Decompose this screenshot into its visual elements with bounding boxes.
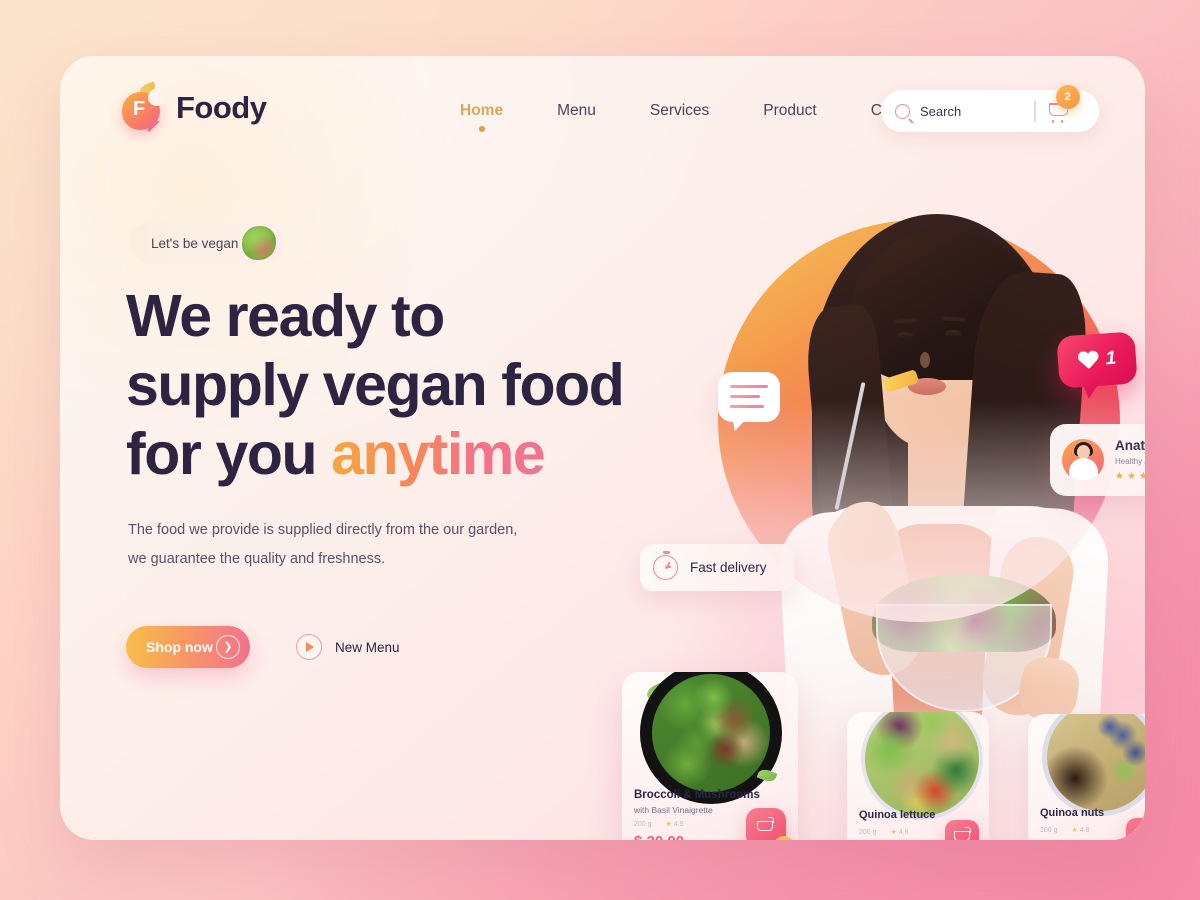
like-count: 1	[1104, 347, 1117, 370]
cart-plus-icon	[1135, 827, 1145, 840]
dish-food	[1047, 714, 1145, 811]
nav-label-home: Home	[460, 102, 504, 119]
active-indicator-dot	[478, 126, 485, 132]
food-card[interactable]: Quinoa nuts 200 g ★4.8 $ 19.00 +	[1028, 714, 1145, 840]
star-2: ★	[1126, 470, 1136, 482]
like-badge[interactable]: 1	[1056, 331, 1138, 389]
cart-plus-icon	[954, 827, 971, 840]
star-icon: ★	[665, 821, 672, 828]
search-bar: 2	[881, 85, 1099, 132]
play-icon	[296, 634, 322, 660]
dish-image	[1042, 714, 1145, 816]
shop-now-button[interactable]: Shop now ❯	[126, 626, 250, 668]
chat-line-3	[730, 405, 764, 408]
dish-food	[652, 674, 770, 792]
search-input[interactable]	[920, 103, 1032, 119]
chevron-right-icon: ❯	[216, 635, 240, 659]
cart-wheel-left	[1051, 120, 1055, 123]
food-rating-value: 4.8	[898, 828, 909, 836]
food-title: Broccoli & Mushrooms	[634, 788, 760, 801]
main-navigation: Home Menu Services Product Contact	[460, 102, 924, 132]
chat-line-1	[730, 385, 768, 388]
nav-item-services[interactable]: Services	[650, 102, 709, 120]
cart-handle	[965, 827, 971, 833]
play-triangle	[306, 642, 314, 652]
vegan-badge[interactable]: Let's be vegan	[129, 222, 285, 264]
food-rating: ★ 4.8	[1071, 826, 1090, 835]
headline-accent-word: anytime	[331, 421, 546, 488]
brand-logo[interactable]: F Foody	[122, 81, 267, 133]
add-to-cart-button[interactable]: +	[1126, 818, 1145, 840]
food-card[interactable]: Broccoli & Mushrooms with Basil Vinaigre…	[622, 672, 798, 840]
fast-delivery-card[interactable]: Fast delivery	[640, 544, 794, 591]
headline-line-3: for you anytime	[126, 420, 746, 489]
new-menu-button[interactable]: New Menu	[296, 634, 400, 660]
add-to-cart-button[interactable]: +	[746, 808, 794, 840]
dish-food	[865, 712, 979, 816]
headline-line-1: We ready to	[126, 283, 445, 349]
chat-bubble-icon	[718, 372, 780, 422]
heart-icon	[1077, 350, 1099, 370]
chat-line-2	[730, 395, 760, 398]
cart-body	[1135, 829, 1145, 839]
foody-fruit-icon: F	[122, 81, 165, 133]
subtitle-line-2: we guarantee the quality and freshness.	[128, 551, 386, 567]
food-rating: ★ 4.9	[665, 820, 684, 829]
stopwatch-icon	[653, 551, 678, 580]
star-3: ★	[1138, 470, 1145, 482]
nav-item-home[interactable]: Home	[460, 102, 504, 132]
headline-line-3-plain: for you	[126, 421, 332, 488]
divider	[1034, 100, 1036, 122]
fruit-tail	[148, 121, 160, 133]
testimonial-card[interactable]: Anatasya Healthy and delicious food ★ ★ …	[1050, 424, 1145, 496]
food-weight: 200 g	[859, 828, 877, 836]
vegan-food-thumb-icon	[242, 226, 277, 260]
testimonial-quote: Healthy and delicious food	[1115, 457, 1145, 467]
food-rating-value: 4.9	[673, 820, 684, 828]
fast-delivery-label: Fast delivery	[690, 560, 767, 575]
hero-cta-row: Shop now ❯ New Menu	[126, 626, 400, 668]
testimonial-text: Anatasya Healthy and delicious food ★ ★ …	[1115, 438, 1145, 482]
logo-letter: F	[133, 98, 146, 120]
dish-image	[640, 672, 782, 804]
add-to-cart-button[interactable]: +	[945, 820, 979, 840]
food-rating-value: 4.8	[1079, 826, 1090, 834]
testimonial-name: Anatasya	[1115, 438, 1145, 454]
new-menu-label: New Menu	[335, 639, 400, 655]
shopping-cart-icon[interactable]: 2	[1048, 85, 1080, 123]
star-1: ★	[1115, 470, 1124, 482]
landing-page-card: F Foody Home Menu Services Product Conta…	[60, 56, 1145, 840]
food-weight: 200 g	[634, 820, 652, 828]
rating-stars: ★ ★ ★ ★ ★	[1115, 470, 1145, 482]
stopwatch-crown	[663, 551, 670, 554]
bite-cutout	[148, 89, 165, 106]
vegan-badge-label: Let's be vegan	[151, 235, 239, 251]
food-rating: ★ 4.8	[890, 828, 909, 837]
search-icon	[895, 103, 910, 119]
shop-now-label: Shop now	[146, 639, 213, 655]
food-card[interactable]: Quinoa lettuce 200 g ★4.8 $ 22.00 +	[847, 712, 989, 840]
star-icon: ★	[1071, 827, 1078, 834]
cart-plus-icon	[757, 817, 775, 835]
nav-item-product[interactable]: Product	[763, 102, 816, 120]
food-weight: 200 g	[1040, 826, 1058, 834]
hero-subtitle: The food we provide is supplied directly…	[128, 516, 558, 574]
headline-line-2: supply vegan food	[126, 352, 625, 419]
brand-name: Foody	[176, 90, 267, 125]
site-header: F Foody Home Menu Services Product Conta…	[60, 56, 1145, 174]
avatar-body	[1069, 458, 1098, 481]
page-title: We ready to supply vegan food for you an…	[126, 282, 746, 489]
subtitle-line-1: The food we provide is supplied directly…	[128, 522, 518, 538]
cart-wheel-right	[1060, 120, 1064, 123]
cart-handle	[768, 817, 774, 823]
star-icon: ★	[890, 829, 897, 836]
cart-badge: 2	[1055, 85, 1080, 109]
avatar-head	[1077, 445, 1090, 459]
avatar	[1062, 439, 1104, 481]
nav-item-menu[interactable]: Menu	[557, 102, 596, 120]
dish-image	[861, 712, 983, 820]
